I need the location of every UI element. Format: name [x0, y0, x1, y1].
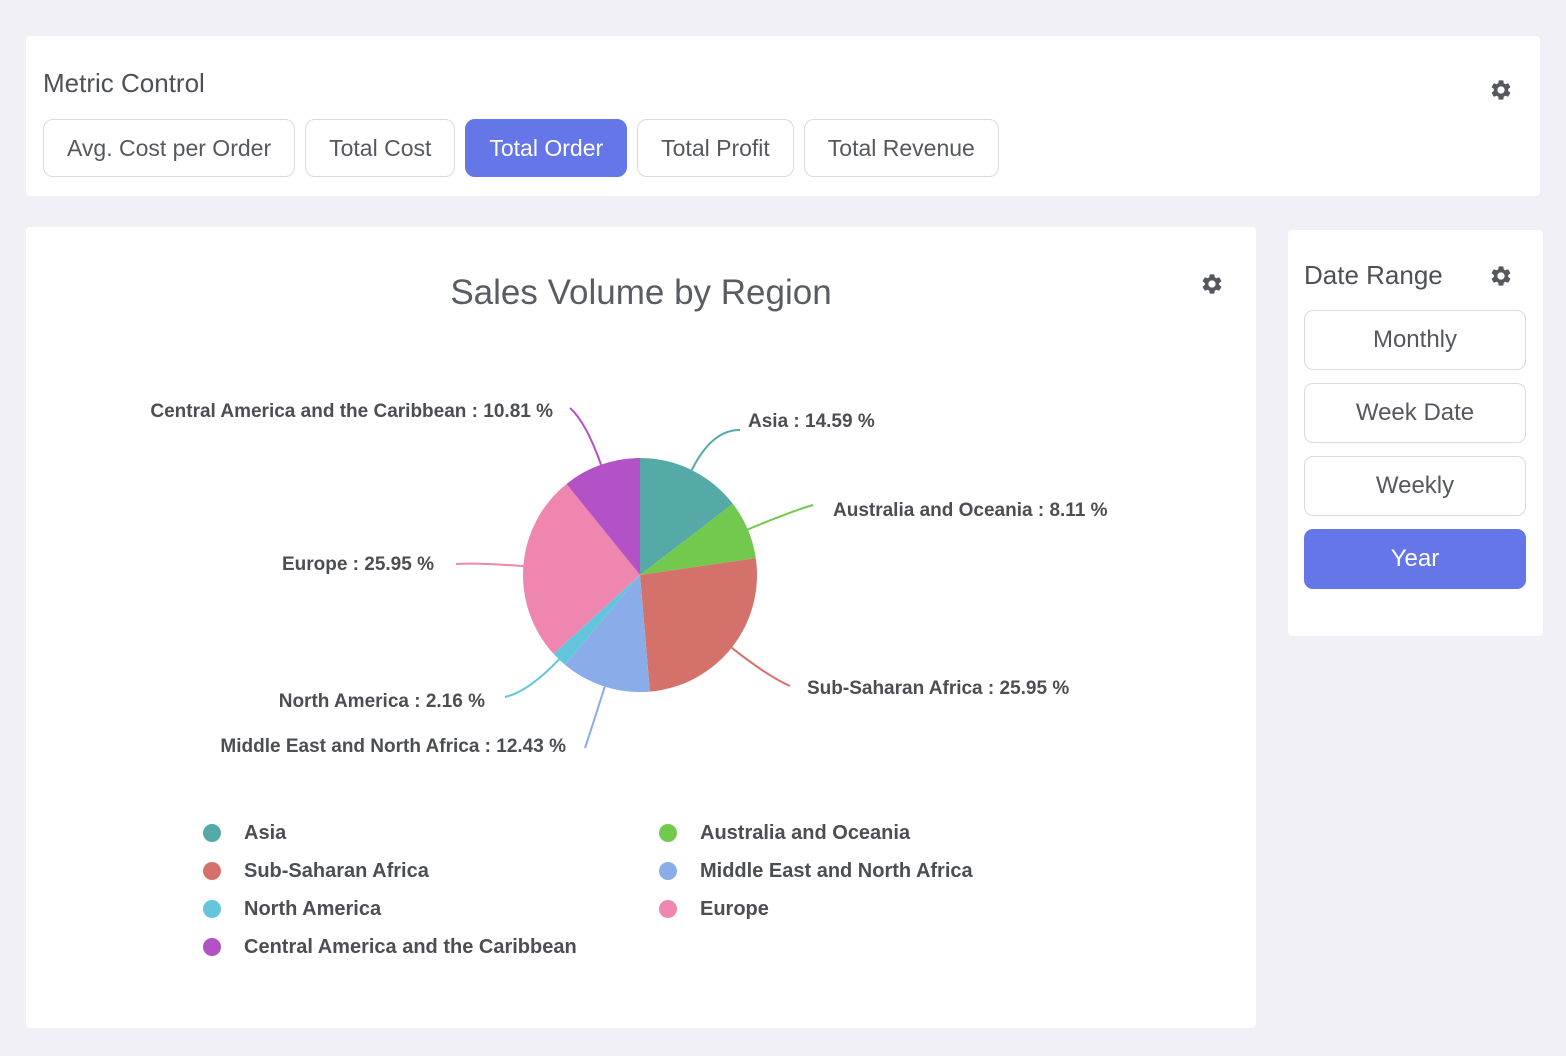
- metric-buttons: Avg. Cost per OrderTotal CostTotal Order…: [43, 119, 999, 177]
- legend-item-australia-and-oceania[interactable]: Australia and Oceania: [659, 821, 910, 845]
- pie-slice-label-europe: Europe : 25.95 %: [282, 554, 434, 576]
- metric-button-total-order[interactable]: Total Order: [465, 119, 627, 177]
- legend-dot-central-america-and-the-caribbean: [203, 938, 221, 956]
- legend-dot-middle-east-and-north-africa: [659, 862, 677, 880]
- legend-label-north-america: North America: [244, 898, 381, 921]
- pie-slice-label-asia: Asia : 14.59 %: [748, 411, 875, 433]
- legend-item-europe[interactable]: Europe: [659, 897, 769, 921]
- legend-dot-north-america: [203, 900, 221, 918]
- legend-label-europe: Europe: [700, 898, 769, 921]
- pie-slice-label-australia-and-oceania: Australia and Oceania : 8.11 %: [833, 500, 1108, 522]
- pie-slice-sub-saharan-africa[interactable]: [640, 558, 757, 691]
- pie-slice-label-middle-east-and-north-africa: Middle East and North Africa : 12.43 %: [220, 736, 566, 758]
- legend-dot-europe: [659, 900, 677, 918]
- metric-button-total-profit[interactable]: Total Profit: [637, 119, 794, 177]
- date-range-panel: Date Range Monthly Week Date Weekly Year: [1288, 230, 1543, 636]
- pie-slice-label-north-america: North America : 2.16 %: [279, 691, 485, 713]
- legend-item-north-america[interactable]: North America: [203, 897, 381, 921]
- pie-slice-label-central-america-and-the-caribbean: Central America and the Caribbean : 10.8…: [150, 401, 553, 423]
- date-range-button-weekly[interactable]: Weekly: [1304, 456, 1526, 516]
- legend-label-sub-saharan-africa: Sub-Saharan Africa: [244, 860, 429, 883]
- legend-label-central-america-and-the-caribbean: Central America and the Caribbean: [244, 936, 577, 959]
- metric-button-total-cost[interactable]: Total Cost: [305, 119, 455, 177]
- legend-dot-australia-and-oceania: [659, 824, 677, 842]
- pie-label-line-central-america-and-the-caribbean: [570, 408, 601, 465]
- legend-item-central-america-and-the-caribbean[interactable]: Central America and the Caribbean: [203, 935, 577, 959]
- pie-label-line-asia: [692, 430, 740, 470]
- metric-settings-gear-icon[interactable]: [1489, 78, 1513, 102]
- metric-control-title: Metric Control: [43, 68, 205, 99]
- pie-label-line-middle-east-and-north-africa: [585, 687, 605, 748]
- date-range-buttons: Monthly Week Date Weekly Year: [1304, 310, 1526, 589]
- pie-label-line-europe: [456, 564, 523, 566]
- metric-button-total-revenue[interactable]: Total Revenue: [804, 119, 999, 177]
- legend-label-australia-and-oceania: Australia and Oceania: [700, 822, 910, 845]
- pie-label-line-australia-and-oceania: [748, 505, 813, 530]
- legend-dot-sub-saharan-africa: [203, 862, 221, 880]
- date-range-button-monthly[interactable]: Monthly: [1304, 310, 1526, 370]
- legend-item-middle-east-and-north-africa[interactable]: Middle East and North Africa: [659, 859, 973, 883]
- legend-label-asia: Asia: [244, 822, 286, 845]
- date-range-settings-gear-icon[interactable]: [1489, 264, 1513, 288]
- legend-item-sub-saharan-africa[interactable]: Sub-Saharan Africa: [203, 859, 429, 883]
- legend-dot-asia: [203, 824, 221, 842]
- metric-button-avg-cost-per-order[interactable]: Avg. Cost per Order: [43, 119, 295, 177]
- pie-chart: Asia : 14.59 % Australia and Oceania : 8.…: [26, 227, 1256, 1028]
- pie-slice-label-sub-saharan-africa: Sub-Saharan Africa : 25.95 %: [807, 678, 1069, 700]
- metric-control-panel: Metric Control Avg. Cost per OrderTotal …: [26, 36, 1540, 196]
- date-range-button-week-date[interactable]: Week Date: [1304, 383, 1526, 443]
- pie-label-line-north-america: [505, 659, 559, 697]
- date-range-title: Date Range: [1304, 260, 1443, 291]
- pie-label-line-sub-saharan-africa: [732, 648, 790, 686]
- sales-volume-panel: Sales Volume by Region Asia : 14.59 %Aus…: [26, 227, 1256, 1028]
- legend-item-asia[interactable]: Asia: [203, 821, 286, 845]
- date-range-button-year[interactable]: Year: [1304, 529, 1526, 589]
- legend-label-middle-east-and-north-africa: Middle East and North Africa: [700, 860, 973, 883]
- dashboard-page: Metric Control Avg. Cost per OrderTotal …: [0, 0, 1566, 1056]
